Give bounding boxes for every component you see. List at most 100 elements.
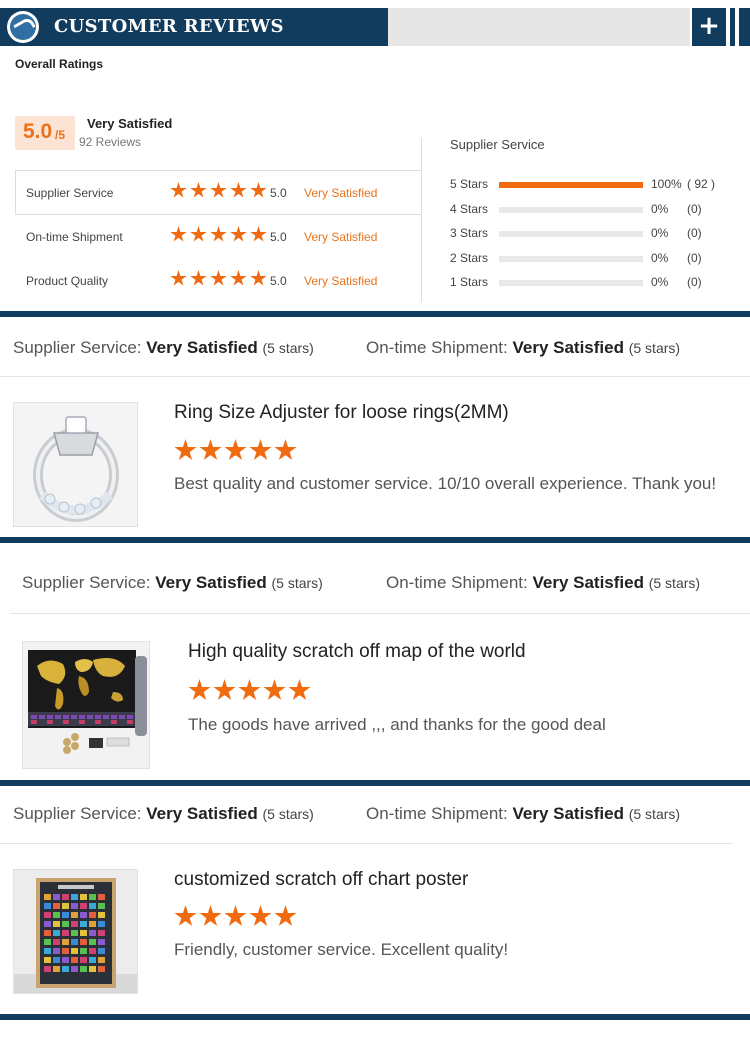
review-text: The goods have arrived ,,, and thanks fo…	[188, 715, 606, 734]
distribution-title: Supplier Service	[450, 137, 545, 152]
distribution-row-4[interactable]: 4 Stars 0% (0)	[450, 202, 740, 222]
star-icon	[230, 270, 247, 286]
star-icon	[288, 679, 311, 700]
star-icon	[170, 226, 187, 242]
rating-label: Product Quality	[26, 274, 109, 288]
poster-image	[14, 870, 137, 993]
review-stars	[174, 439, 299, 467]
star-icon	[249, 439, 272, 460]
star-icon	[250, 182, 267, 198]
star-icon	[230, 226, 247, 242]
header-spacer	[388, 8, 690, 46]
shipment-label: On-time Shipment:	[366, 804, 508, 823]
star-icon	[199, 905, 222, 926]
supplier-service-stars: (5 stars)	[271, 575, 323, 591]
distribution-label: 3 Stars	[450, 226, 489, 240]
scratch-map-photo[interactable]	[22, 641, 150, 769]
rating-verdict: Very Satisfied	[304, 274, 378, 288]
review-shipment-meta: On-time Shipment: Very Satisfied (5 star…	[366, 804, 680, 824]
distribution-count: (0)	[687, 275, 702, 289]
star-icon	[210, 182, 227, 198]
shipment-stars: (5 stars)	[628, 806, 681, 822]
review-title[interactable]: High quality scratch off map of the worl…	[188, 641, 526, 663]
star-icon	[274, 905, 297, 926]
review-title[interactable]: customized scratch off chart poster	[174, 869, 468, 891]
distribution-count: (0)	[687, 251, 702, 265]
section-divider	[0, 780, 750, 786]
review-stars	[188, 679, 313, 707]
rating-stars	[170, 270, 270, 290]
row-divider	[0, 843, 733, 844]
star-icon	[274, 439, 297, 460]
shipment-value: Very Satisfied	[512, 804, 624, 823]
overall-score: 5.0	[23, 120, 53, 143]
star-icon	[238, 679, 261, 700]
shipment-stars: (5 stars)	[628, 340, 681, 356]
rating-stars	[170, 226, 270, 246]
distribution-row-3[interactable]: 3 Stars 0% (0)	[450, 226, 740, 246]
rating-verdict: Very Satisfied	[304, 186, 378, 200]
star-icon	[250, 226, 267, 242]
supplier-service-stars: (5 stars)	[262, 340, 314, 356]
supplier-service-value: Very Satisfied	[146, 804, 258, 823]
section-divider	[0, 537, 750, 543]
shipment-label: On-time Shipment:	[366, 338, 508, 357]
distribution-count: (0)	[687, 226, 702, 240]
star-icon	[199, 439, 222, 460]
distribution-bar	[499, 256, 643, 262]
rating-label: On-time Shipment	[26, 230, 123, 244]
header-strip	[739, 8, 750, 46]
map-image	[23, 642, 149, 768]
shipment-label: On-time Shipment:	[386, 573, 528, 592]
rating-verdict: Very Satisfied	[304, 230, 378, 244]
star-icon	[170, 182, 187, 198]
distribution-bar	[499, 182, 643, 188]
review-supplier-meta: Supplier Service: Very Satisfied (5 star…	[13, 804, 314, 824]
supplier-service-label: Supplier Service:	[22, 573, 151, 592]
star-icon	[174, 905, 197, 926]
rating-stars	[170, 182, 270, 202]
review-count[interactable]: 92 Reviews	[79, 135, 141, 149]
distribution-row-2[interactable]: 2 Stars 0% (0)	[450, 251, 740, 271]
star-icon	[224, 905, 247, 926]
distribution-row-1[interactable]: 1 Stars 0% (0)	[450, 275, 740, 295]
distribution-bar	[499, 231, 643, 237]
rating-row-on-time-shipment: On-time Shipment 5.0 Very Satisfied	[15, 214, 422, 258]
star-icon	[210, 226, 227, 242]
supplier-service-stars: (5 stars)	[262, 806, 314, 822]
expand-plus-button[interactable]: +	[692, 8, 726, 46]
distribution-label: 1 Stars	[450, 275, 489, 289]
review-text: Best quality and customer service. 10/10…	[174, 474, 717, 493]
star-icon	[224, 439, 247, 460]
rating-value: 5.0	[270, 230, 287, 244]
distribution-percent: 0%	[651, 275, 669, 289]
rating-value: 5.0	[270, 186, 287, 200]
supplier-service-label: Supplier Service:	[13, 338, 142, 357]
shipment-value: Very Satisfied	[532, 573, 644, 592]
review-text: Friendly, customer service. Excellent qu…	[174, 940, 509, 959]
overall-score-suffix: /5	[55, 128, 66, 142]
vertical-divider	[421, 138, 422, 302]
review-title[interactable]: Ring Size Adjuster for loose rings(2MM)	[174, 402, 509, 424]
rating-breakdown-table: Supplier Service 5.0 Very Satisfied On-t…	[15, 170, 422, 302]
distribution-bar-fill	[499, 182, 643, 188]
star-icon	[230, 182, 247, 198]
section-header: CUSTOMER REVIEWS +	[0, 8, 750, 46]
distribution-label: 5 Stars	[450, 177, 489, 191]
supplier-service-value: Very Satisfied	[155, 573, 267, 592]
section-divider	[0, 1014, 750, 1020]
shipment-value: Very Satisfied	[512, 338, 624, 357]
distribution-percent: 0%	[651, 202, 669, 216]
rating-row-product-quality: Product Quality 5.0 Very Satisfied	[15, 258, 422, 302]
row-divider	[10, 613, 750, 614]
chart-poster-photo[interactable]	[13, 869, 138, 994]
section-divider	[0, 311, 750, 317]
star-icon	[250, 270, 267, 286]
ring-adjuster-photo[interactable]	[13, 402, 138, 527]
rating-value: 5.0	[270, 274, 287, 288]
distribution-row-5[interactable]: 5 Stars 100% ( 92 )	[450, 177, 740, 197]
star-icon	[249, 905, 272, 926]
star-icon	[210, 270, 227, 286]
distribution-bar	[499, 207, 643, 213]
review-supplier-meta: Supplier Service: Very Satisfied (5 star…	[22, 573, 323, 593]
